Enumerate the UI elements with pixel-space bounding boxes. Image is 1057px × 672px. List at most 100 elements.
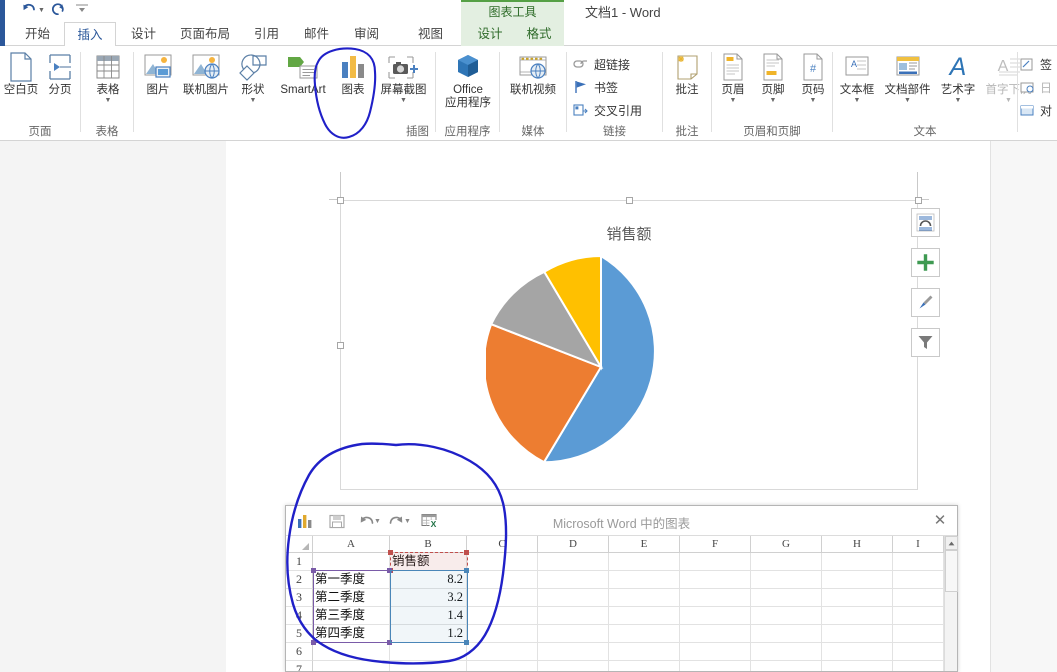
signature-line-button[interactable]: 签 — [1020, 54, 1052, 74]
bookmark-button[interactable]: 书签 — [572, 77, 618, 97]
column-header-a[interactable]: A — [313, 536, 390, 553]
cell-g6[interactable] — [751, 643, 822, 661]
page-number-dropdown-caret[interactable]: ▼ — [794, 97, 832, 105]
tab-design[interactable]: 设计 — [120, 22, 167, 46]
hyperlink-button[interactable]: 超链接 — [572, 54, 630, 74]
cell-b3[interactable]: 3.2 — [390, 589, 467, 607]
online-picture-button[interactable]: 联机图片 — [180, 50, 232, 97]
wordart-button[interactable]: A 艺术字 ▼ — [936, 50, 980, 105]
resize-handle-tc[interactable] — [626, 197, 633, 204]
chart-styles-button[interactable] — [911, 288, 940, 317]
cell-f4[interactable] — [680, 607, 751, 625]
column-header-c[interactable]: C — [467, 536, 538, 553]
scroll-up-icon[interactable] — [945, 536, 958, 550]
header-dropdown-caret[interactable]: ▼ — [714, 97, 752, 105]
column-header-i[interactable]: I — [893, 536, 944, 553]
cell-e2[interactable] — [609, 571, 680, 589]
cell-b6[interactable] — [390, 643, 467, 661]
cell-b5[interactable]: 1.2 — [390, 625, 467, 643]
cell-i3[interactable] — [893, 589, 944, 607]
cell-i1[interactable] — [893, 553, 944, 571]
layout-options-button[interactable] — [911, 208, 940, 237]
tab-view[interactable]: 视图 — [407, 22, 454, 46]
blank-page-button[interactable]: 空白页 — [2, 50, 40, 97]
series-range-handle-tr[interactable] — [464, 550, 469, 555]
table-dropdown-caret[interactable]: ▼ — [86, 97, 130, 105]
cell-e4[interactable] — [609, 607, 680, 625]
header-button[interactable]: 页眉 ▼ — [714, 50, 752, 105]
cell-i2[interactable] — [893, 571, 944, 589]
row-header-4[interactable]: 4 — [286, 607, 313, 625]
cell-c6[interactable] — [467, 643, 538, 661]
cell-d5[interactable] — [538, 625, 609, 643]
row-header-7[interactable]: 7 — [286, 661, 313, 671]
undo-icon[interactable] — [18, 2, 38, 20]
row-header-3[interactable]: 3 — [286, 589, 313, 607]
screenshot-dropdown-caret[interactable]: ▼ — [375, 97, 432, 105]
cell-i7[interactable] — [893, 661, 944, 671]
select-all-corner[interactable] — [286, 536, 313, 553]
cell-c7[interactable] — [467, 661, 538, 671]
cell-d3[interactable] — [538, 589, 609, 607]
shapes-dropdown-caret[interactable]: ▼ — [233, 97, 273, 105]
value-range-handle-br[interactable] — [464, 640, 469, 645]
tab-chart-format[interactable]: 格式 — [517, 22, 561, 46]
cell-d1[interactable] — [538, 553, 609, 571]
category-range-handle-tl[interactable] — [311, 568, 316, 573]
cell-g1[interactable] — [751, 553, 822, 571]
cell-f6[interactable] — [680, 643, 751, 661]
undo-dropdown-caret[interactable]: ▼ — [38, 7, 45, 14]
new-comment-button[interactable]: 批注 — [666, 50, 708, 97]
cell-e5[interactable] — [609, 625, 680, 643]
cell-b7[interactable] — [390, 661, 467, 671]
footer-button[interactable]: 页脚 ▼ — [754, 50, 792, 105]
column-header-h[interactable]: H — [822, 536, 893, 553]
cell-i6[interactable] — [893, 643, 944, 661]
cell-g3[interactable] — [751, 589, 822, 607]
column-header-e[interactable]: E — [609, 536, 680, 553]
cell-b4[interactable]: 1.4 — [390, 607, 467, 625]
text-box-button[interactable]: A 文本框 ▼ — [835, 50, 879, 105]
cell-f7[interactable] — [680, 661, 751, 671]
tab-review[interactable]: 审阅 — [343, 22, 390, 46]
cell-g4[interactable] — [751, 607, 822, 625]
online-video-button[interactable]: 联机视频 — [502, 50, 564, 97]
cell-h4[interactable] — [822, 607, 893, 625]
row-header-5[interactable]: 5 — [286, 625, 313, 643]
cell-g2[interactable] — [751, 571, 822, 589]
tab-references[interactable]: 引用 — [243, 22, 290, 46]
resize-handle-tl[interactable] — [337, 197, 344, 204]
cell-f2[interactable] — [680, 571, 751, 589]
cell-e1[interactable] — [609, 553, 680, 571]
cell-b1[interactable]: 销售额 — [390, 553, 467, 571]
chart-object[interactable]: 销售额 — [337, 197, 922, 490]
chart-filters-button[interactable] — [911, 328, 940, 357]
datasheet-grid[interactable]: A B C D E F G H I 1 2 3 4 5 6 7 销售额 第一季度… — [286, 536, 957, 671]
shapes-button[interactable]: 形状 ▼ — [233, 50, 273, 105]
cell-c2[interactable] — [467, 571, 538, 589]
cell-a6[interactable] — [313, 643, 390, 661]
chart-elements-button[interactable] — [911, 248, 940, 277]
column-header-g[interactable]: G — [751, 536, 822, 553]
cell-i4[interactable] — [893, 607, 944, 625]
cross-reference-button[interactable]: 交叉引用 — [572, 100, 642, 120]
cell-h2[interactable] — [822, 571, 893, 589]
cell-c3[interactable] — [467, 589, 538, 607]
resize-handle-ml[interactable] — [337, 342, 344, 349]
redo-icon[interactable] — [48, 2, 68, 20]
cell-a1[interactable] — [313, 553, 390, 571]
cell-a7[interactable] — [313, 661, 390, 671]
datasheet-vertical-scrollbar[interactable] — [944, 536, 958, 671]
cell-b2[interactable]: 8.2 — [390, 571, 467, 589]
wordart-dropdown-caret[interactable]: ▼ — [936, 97, 980, 105]
pie-chart-plot-area[interactable] — [482, 254, 716, 478]
insert-table-button[interactable]: 表格 ▼ — [86, 50, 130, 105]
value-range-handle-tr[interactable] — [464, 568, 469, 573]
cell-d2[interactable] — [538, 571, 609, 589]
chart-title[interactable]: 销售额 — [341, 223, 917, 244]
column-header-f[interactable]: F — [680, 536, 751, 553]
cell-d4[interactable] — [538, 607, 609, 625]
cell-e3[interactable] — [609, 589, 680, 607]
page-number-button[interactable]: # 页码 ▼ — [794, 50, 832, 105]
cell-f1[interactable] — [680, 553, 751, 571]
